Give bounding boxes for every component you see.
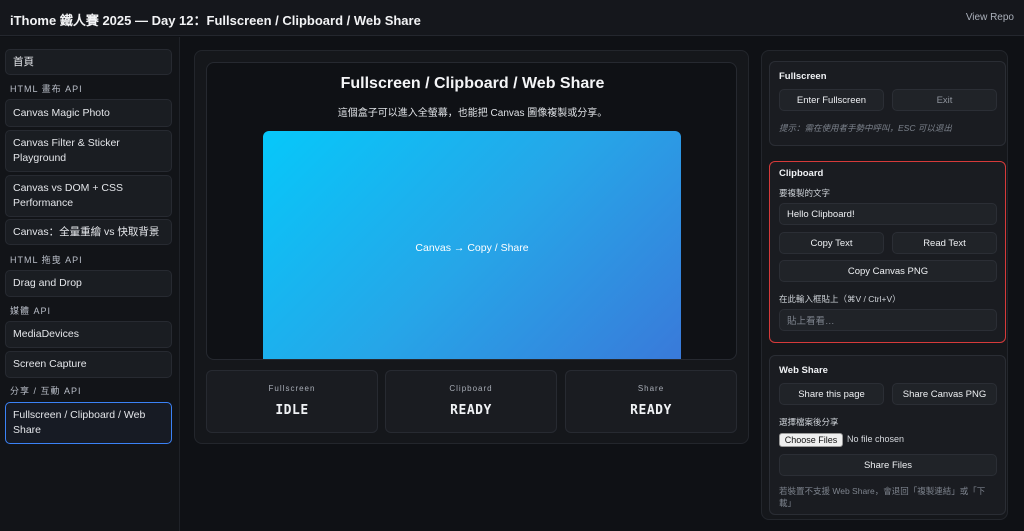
enter-fullscreen-button[interactable]: Enter Fullscreen [779, 89, 884, 111]
sidebar-item-drag-and-drop[interactable]: Drag and Drop [5, 270, 172, 297]
copy-text-input[interactable]: Hello Clipboard! [779, 203, 997, 225]
sidebar-item-canvas-filter-sticker[interactable]: Canvas Filter & Sticker Playground [5, 130, 172, 172]
sidebar-item-canvas-redraw[interactable]: Canvas：全量重繪 vs 快取背景 [5, 219, 172, 245]
copy-canvas-png-button[interactable]: Copy Canvas PNG [779, 260, 997, 282]
demo-canvas: Canvas → Copy / Share [263, 131, 681, 359]
fullscreen-stage: Fullscreen / Clipboard / Web Share 這個盒子可… [206, 62, 737, 360]
top-bar: iThome 鐵人賽 2025 — Day 12：Fullscreen / Cl… [0, 0, 1024, 36]
sidebar-item-canvas-magic-photo[interactable]: Canvas Magic Photo [5, 99, 172, 127]
share-files-button[interactable]: Share Files [779, 454, 997, 476]
share-canvas-png-button[interactable]: Share Canvas PNG [892, 383, 997, 405]
file-share-label: 選擇檔案後分享 [779, 417, 839, 427]
view-repo-link[interactable]: View Repo [966, 12, 1014, 23]
status-card-share: Share READY [565, 370, 737, 433]
canvas-label: Canvas → Copy / Share [415, 242, 529, 254]
status-label: Clipboard [449, 384, 493, 393]
exit-fullscreen-button[interactable]: Exit [892, 89, 997, 111]
clipboard-card-title: Clipboard [779, 168, 824, 179]
sidebar-item-home[interactable]: 首頁 [5, 49, 172, 75]
sidebar-section-canvas: HTML 畫布 API [10, 84, 83, 94]
app-title: iThome 鐵人賽 2025 — Day 12：Fullscreen / Cl… [10, 13, 421, 28]
status-label: Fullscreen [268, 384, 316, 393]
paste-label: 在此輸入框貼上（⌘V / Ctrl+V） [779, 294, 901, 304]
copy-text-label: 要複製的文字 [779, 188, 831, 198]
status-card-clipboard: Clipboard READY [385, 370, 557, 433]
stage-description: 這個盒子可以進入全螢幕，也能把 Canvas 圖像複製或分享。 [337, 108, 608, 119]
sidebar-item-media-devices[interactable]: MediaDevices [5, 321, 172, 348]
fullscreen-hint: 提示：需在使用者手勢中呼叫，ESC 可以退出 [779, 123, 952, 133]
fullscreen-card-title: Fullscreen [779, 71, 827, 82]
status-label: Share [637, 384, 665, 393]
share-page-button[interactable]: Share this page [779, 383, 884, 405]
status-card-fullscreen: Fullscreen IDLE [206, 370, 378, 433]
read-text-button[interactable]: Read Text [892, 232, 997, 254]
sidebar-item-screen-capture[interactable]: Screen Capture [5, 351, 172, 378]
sidebar-section-share: 分享 / 互動 API [10, 386, 82, 396]
sidebar-item-fullscreen-clipboard-webshare[interactable]: Fullscreen / Clipboard / Web Share [5, 402, 172, 444]
sidebar-section-drag: HTML 拖曳 API [10, 255, 83, 265]
web-share-card-title: Web Share [779, 365, 828, 376]
web-share-fallback-note: 若裝置不支援 Web Share，會退回「複製連結」或「下載」 [779, 486, 986, 508]
copy-text-button[interactable]: Copy Text [779, 232, 884, 254]
status-value: IDLE [275, 403, 309, 418]
status-value: READY [630, 403, 672, 418]
sidebar-item-canvas-vs-dom[interactable]: Canvas vs DOM + CSS Performance [5, 175, 172, 217]
paste-input[interactable]: 貼上看看… [779, 309, 997, 331]
stage-title: Fullscreen / Clipboard / Web Share [340, 75, 605, 92]
file-status-text: No file chosen [847, 434, 905, 444]
choose-files-button[interactable]: Choose Files [779, 433, 843, 447]
sidebar-section-media: 媒體 API [10, 306, 52, 316]
status-value: READY [450, 403, 492, 418]
